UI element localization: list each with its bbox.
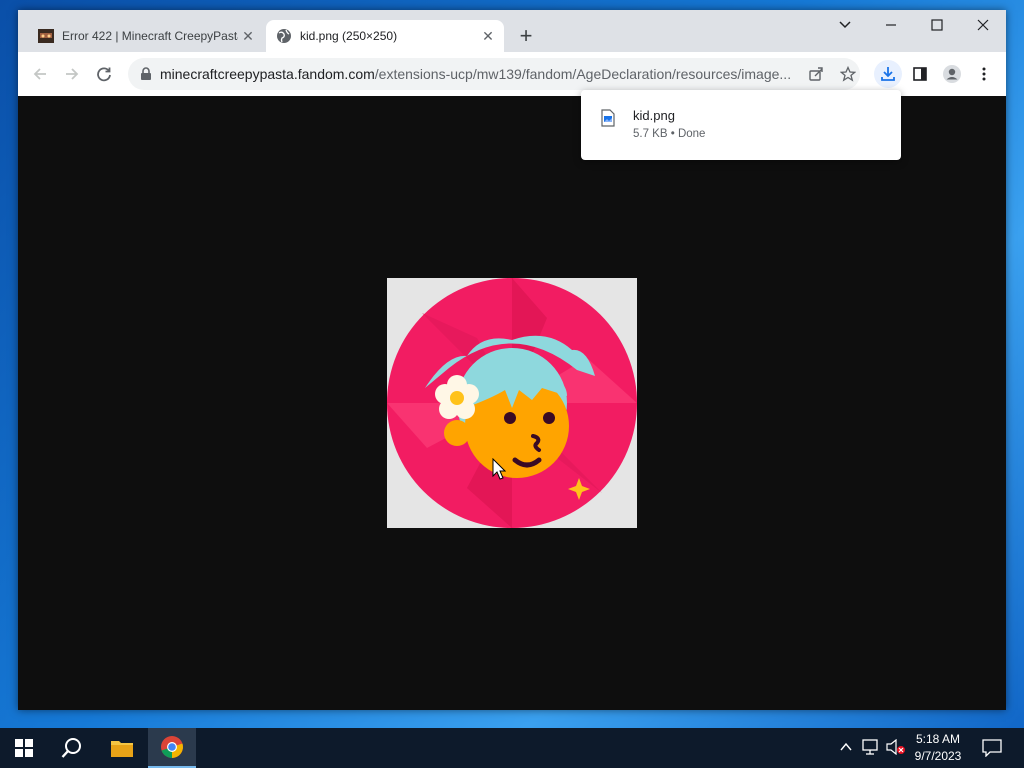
minimize-button[interactable]	[868, 10, 914, 40]
side-panel-button[interactable]	[906, 60, 934, 88]
minimize-icon	[886, 24, 896, 26]
network-icon[interactable]	[862, 739, 880, 755]
arrow-right-icon	[66, 68, 79, 80]
share-icon[interactable]	[808, 66, 824, 82]
kid-illustration	[387, 278, 637, 528]
chrome-icon	[161, 736, 183, 758]
maximize-button[interactable]	[914, 10, 960, 40]
clock-date: 9/7/2023	[914, 749, 962, 763]
clock-time: 5:18 AM	[915, 732, 961, 746]
chrome-taskbar-button[interactable]	[148, 728, 196, 768]
menu-button[interactable]	[970, 60, 998, 88]
chevron-up-icon[interactable]	[840, 741, 852, 753]
avatar-icon	[943, 65, 961, 83]
folder-icon	[111, 741, 133, 757]
system-clock[interactable]: 5:18 AM 9/7/2023	[904, 731, 972, 765]
close-icon	[977, 19, 989, 31]
back-button[interactable]	[26, 60, 54, 88]
mouse-cursor-icon	[492, 458, 506, 480]
tab-strip: Error 422 | Minecraft CreepyPasta ✕ kid.…	[18, 10, 1006, 52]
lock-icon	[141, 67, 151, 80]
more-vertical-icon	[982, 67, 986, 81]
downloads-button[interactable]	[874, 60, 902, 88]
side-panel-icon	[913, 67, 927, 81]
download-status: 5.7 KB • Done	[633, 128, 706, 140]
kid-image	[387, 278, 637, 528]
tab-kid-png[interactable]: kid.png (250×250) ✕	[266, 20, 504, 52]
notifications-icon[interactable]	[982, 739, 1002, 757]
arrow-left-icon	[33, 68, 46, 80]
new-tab-button[interactable]: +	[514, 23, 538, 48]
download-bubble: kid.png 5.7 KB • Done	[581, 90, 901, 160]
address-bar[interactable]: minecraftcreepypasta.fandom.com/extensio…	[128, 58, 860, 90]
tab-close-icon[interactable]: ✕	[478, 26, 498, 46]
tab-title: Error 422 | Minecraft CreepyPasta	[62, 29, 238, 43]
url-host: minecraftcreepypasta.fandom.com	[160, 66, 375, 82]
globe-icon	[277, 29, 291, 43]
windows-logo-icon	[15, 739, 33, 757]
download-filename[interactable]: kid.png	[633, 108, 675, 123]
profile-button[interactable]	[938, 60, 966, 88]
start-button[interactable]	[0, 728, 48, 768]
url-text[interactable]: minecraftcreepypasta.fandom.com/extensio…	[160, 66, 800, 82]
search-icon	[61, 738, 81, 758]
file-explorer-button[interactable]	[98, 728, 146, 768]
reload-button[interactable]	[90, 60, 118, 88]
tab-error-422[interactable]: Error 422 | Minecraft CreepyPasta ✕	[28, 20, 264, 52]
reload-icon	[97, 67, 111, 82]
url-path: /extensions-ucp/mw139/fandom/AgeDeclarat…	[374, 66, 792, 82]
site-favicon-icon	[38, 29, 54, 43]
forward-button[interactable]	[58, 60, 86, 88]
search-button[interactable]	[48, 728, 96, 768]
browser-window: Error 422 | Minecraft CreepyPasta ✕ kid.…	[18, 10, 1006, 710]
tab-search-button[interactable]	[822, 10, 868, 40]
download-icon	[881, 67, 895, 81]
star-icon[interactable]	[840, 66, 856, 82]
taskbar: 5:18 AM 9/7/2023	[0, 728, 1024, 768]
chevron-down-icon	[839, 21, 851, 29]
close-window-button[interactable]	[960, 10, 1006, 40]
tab-close-icon[interactable]: ✕	[238, 26, 258, 46]
image-file-icon	[601, 109, 615, 127]
page-content	[18, 96, 1006, 710]
maximize-icon	[931, 19, 943, 31]
volume-muted-icon[interactable]	[886, 739, 906, 755]
tab-title: kid.png (250×250)	[300, 29, 398, 43]
